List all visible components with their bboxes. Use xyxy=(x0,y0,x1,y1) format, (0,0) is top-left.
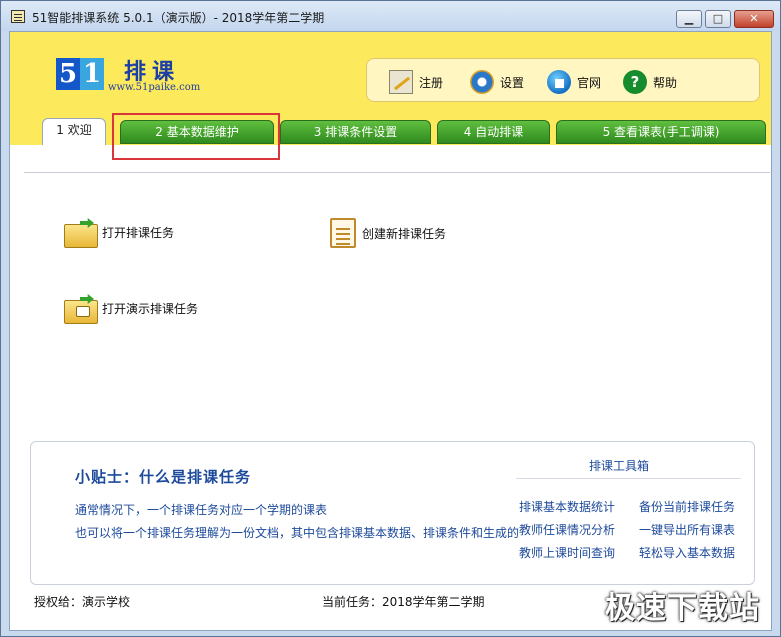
watermark: 极速下载站 xyxy=(605,591,760,626)
close-button[interactable]: ✕ xyxy=(734,10,774,28)
register-label: 注册 xyxy=(419,75,444,90)
open-folder-icon xyxy=(64,218,98,248)
tips-line-2: 也可以将一个排课任务理解为一份文档，其中包含排课基本数据、排课条件和生成的 xyxy=(75,526,520,540)
open-demo-label: 打开演示排课任务 xyxy=(102,301,199,316)
tips-panel: 小贴士：什么是排课任务 通常情况下，一个排课任务对应一个学期的课表 也可以将一个… xyxy=(30,441,755,585)
new-task-label: 创建新排课任务 xyxy=(362,226,447,241)
tips-title: 小贴士：什么是排课任务 xyxy=(75,468,252,486)
logo: 5 1 xyxy=(56,58,104,90)
logo-digit-1: 1 xyxy=(80,58,104,90)
document-icon xyxy=(330,218,356,248)
website-label: 官网 xyxy=(577,75,602,90)
help-button[interactable]: ? 帮助 xyxy=(623,69,677,95)
client-area: 5 1 排课 www.51paike.com 注册 设置 官网 ? 帮助 1 欢… xyxy=(9,31,772,631)
link-backup-task[interactable]: 备份当前排课任务 xyxy=(639,498,735,515)
open-task-action[interactable]: 打开排课任务 xyxy=(64,218,175,248)
license-status: 授权给：演示学校 xyxy=(34,595,131,609)
link-teacher-analysis[interactable]: 教师任课情况分析 xyxy=(519,521,615,538)
settings-label: 设置 xyxy=(500,75,525,90)
globe-home-icon xyxy=(547,70,571,94)
open-task-label: 打开排课任务 xyxy=(102,225,175,240)
pen-paper-icon xyxy=(389,70,413,94)
toolbox-divider xyxy=(516,478,741,479)
maximize-button[interactable]: □ xyxy=(705,10,731,28)
register-button[interactable]: 注册 xyxy=(389,69,443,95)
link-import-data[interactable]: 轻松导入基本数据 xyxy=(639,544,735,561)
link-export-all[interactable]: 一键导出所有课表 xyxy=(639,521,735,538)
tab-auto-schedule[interactable]: 4 自动排课 xyxy=(437,120,550,144)
toolbar: 注册 设置 官网 ? 帮助 xyxy=(366,58,760,102)
help-label: 帮助 xyxy=(653,75,678,90)
tips-line-1: 通常情况下，一个排课任务对应一个学期的课表 xyxy=(75,503,328,517)
tab-view-timetable[interactable]: 5 查看课表(手工调课) xyxy=(556,120,766,144)
title-bar[interactable]: 51智能排课系统 5.0.1（演示版）- 2018学年第二学期 ▁ □ ✕ xyxy=(1,1,780,31)
hand-icon xyxy=(76,306,90,317)
new-task-action[interactable]: 创建新排课任务 xyxy=(330,218,446,248)
link-teacher-time[interactable]: 教师上课时间查询 xyxy=(519,544,615,561)
tab-welcome[interactable]: 1 欢迎 xyxy=(42,118,106,145)
toolbox-title: 排课工具箱 xyxy=(589,459,650,473)
help-icon: ? xyxy=(623,70,647,94)
highlight-box xyxy=(112,113,280,160)
link-data-stats[interactable]: 排课基本数据统计 xyxy=(519,498,615,515)
website-button[interactable]: 官网 xyxy=(547,69,601,95)
tab-divider xyxy=(24,172,770,173)
logo-url: www.51paike.com xyxy=(108,82,201,93)
window-title: 51智能排课系统 5.0.1（演示版）- 2018学年第二学期 xyxy=(32,11,325,25)
open-demo-action[interactable]: 打开演示排课任务 xyxy=(64,294,199,324)
settings-button[interactable]: 设置 xyxy=(470,69,524,95)
app-icon xyxy=(11,10,25,23)
logo-digit-5: 5 xyxy=(56,58,80,90)
current-task-status: 当前任务：2018学年第二学期 xyxy=(322,595,485,609)
tab-constraints[interactable]: 3 排课条件设置 xyxy=(280,120,431,144)
demo-folder-icon xyxy=(64,294,98,324)
gear-icon xyxy=(470,70,494,94)
app-window: 51智能排课系统 5.0.1（演示版）- 2018学年第二学期 ▁ □ ✕ 5 … xyxy=(0,0,781,637)
minimize-button[interactable]: ▁ xyxy=(676,10,702,28)
